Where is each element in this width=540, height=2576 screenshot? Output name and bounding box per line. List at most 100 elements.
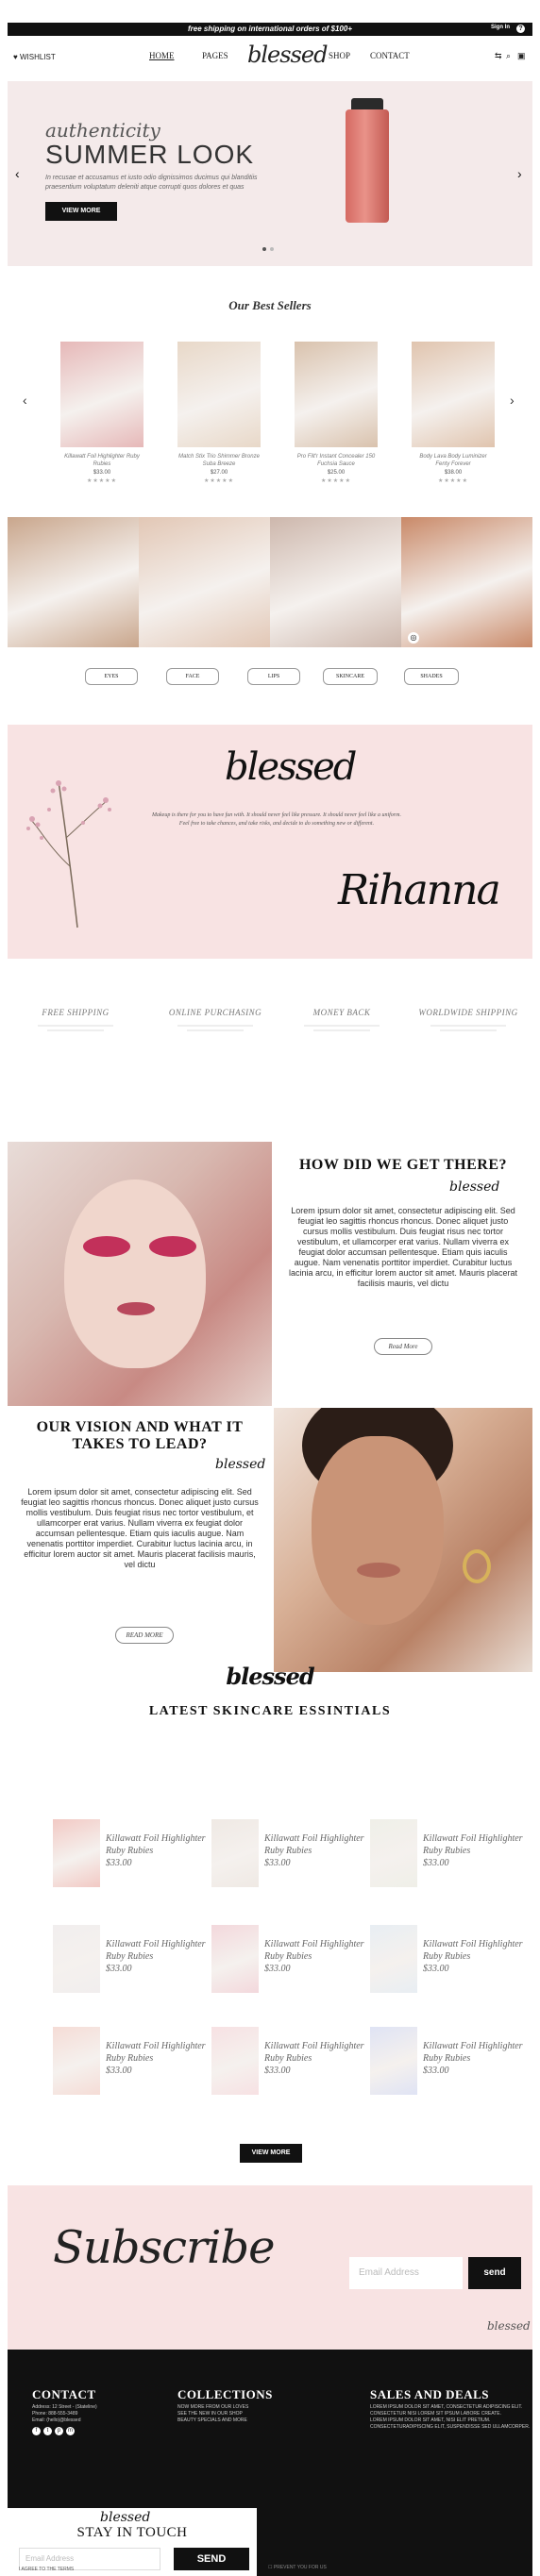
skincare-item[interactable]: Killawatt Foil Highlighter Ruby Rubies $33… [370, 1925, 531, 2000]
skincare-item[interactable]: Killawatt Foil Highlighter Ruby Rubies $33… [211, 1925, 372, 2000]
category-pill[interactable]: FACE [166, 668, 219, 685]
wishlist-link[interactable]: ♥ WISHLIST [13, 53, 56, 61]
product-image[interactable] [295, 342, 378, 447]
skincare-item[interactable]: Killawatt Foil Highlighter Ruby Rubies $33… [53, 1819, 213, 1895]
product-name[interactable]: Match Stix Trio Shimmer Bronze Suba Bree… [177, 453, 261, 468]
facebook-icon[interactable]: f [32, 2427, 41, 2435]
skincare-variant: Ruby Rubies [106, 2053, 154, 2064]
skincare-view-more-button[interactable]: VIEW MORE [240, 2144, 302, 2163]
skincare-image[interactable] [211, 1925, 259, 1993]
footer-collections-link[interactable]: BEAUTY SPECIALS AND MORE [177, 2417, 247, 2424]
skincare-item[interactable]: Killawatt Foil Highlighter Ruby Rubies $33… [370, 1819, 531, 1895]
nav-pages[interactable]: PAGES [202, 51, 228, 60]
product-card[interactable]: Match Stix Trio Shimmer Bronze Suba Bree… [177, 342, 261, 484]
skincare-name[interactable]: Killawatt Foil Highlighter [423, 2040, 523, 2052]
mail-icon[interactable]: m [66, 2427, 75, 2435]
product-name[interactable]: Killawatt Foil Highlighter Ruby Rubies [60, 453, 143, 468]
feature-desc-line [38, 1025, 113, 1027]
subscribe-mini-logo: blessed [487, 2319, 531, 2333]
gallery-image[interactable] [8, 517, 139, 647]
skincare-item[interactable]: Killawatt Foil Highlighter Ruby Rubies $33… [53, 2027, 213, 2102]
gallery-image[interactable] [401, 517, 532, 647]
nav-contact[interactable]: CONTACT [370, 51, 410, 60]
bestsellers-prev-icon[interactable]: ‹ [23, 393, 27, 408]
product-name[interactable]: Pro Filt'r Instant Concealer 150 Fuchsia… [295, 453, 378, 468]
newsletter-send-button[interactable]: SEND [174, 2548, 249, 2570]
footer-collections-link[interactable]: NOW MORE FROM OUR LOVES [177, 2404, 248, 2411]
skincare-item[interactable]: Killawatt Foil Highlighter Ruby Rubies $33… [370, 2027, 531, 2102]
skincare-item[interactable]: Killawatt Foil Highlighter Ruby Rubies $33… [211, 1819, 372, 1895]
product-card[interactable]: Body Lava Body Luminizer Fenty Forever $3… [412, 342, 495, 484]
category-pill[interactable]: SHADES [404, 668, 459, 685]
hero-view-more-button[interactable]: VIEW MORE [45, 202, 117, 221]
product-image[interactable] [412, 342, 495, 447]
twitter-icon[interactable]: t [43, 2427, 52, 2435]
category-pill[interactable]: LIPS [247, 668, 300, 685]
bestsellers-next-icon[interactable]: › [510, 393, 515, 408]
skincare-image[interactable] [211, 2027, 259, 2095]
skincare-text: Killawatt Foil Highlighter Ruby Rubies $33… [264, 1832, 364, 1869]
footer-contact-line: Address: 12 Street - (Stateline) [32, 2404, 97, 2410]
product-name[interactable]: Body Lava Body Luminizer Fenty Forever [412, 453, 495, 468]
help-icon[interactable]: ? [516, 25, 525, 33]
story-our-vision: OUR VISION AND WHAT IT TAKES TO LEAD? bl… [8, 1408, 272, 1672]
pinterest-icon[interactable]: p [55, 2427, 63, 2435]
feature-item: MONEY BACK [285, 1008, 398, 1031]
subscribe-send-button[interactable]: send [468, 2257, 521, 2289]
instagram-icon[interactable]: ◎ [408, 632, 419, 644]
skincare-item[interactable]: Killawatt Foil Highlighter Ruby Rubies $33… [53, 1925, 213, 2000]
footer-sales-line: LOREM IPSUM DOLOR SIT AMET, NISI ELIT PR… [370, 2417, 491, 2423]
category-pill[interactable]: SKINCARE [323, 668, 378, 685]
privacy-checkbox[interactable]: ☐ PREVENT YOU FOR US [268, 2565, 327, 2570]
footer-contact-line: Email: (hello)@blessed [32, 2417, 81, 2423]
feature-desc-line [313, 1029, 370, 1031]
skincare-image[interactable] [370, 2027, 417, 2095]
product-card[interactable]: Pro Filt'r Instant Concealer 150 Fuchsia… [295, 342, 378, 484]
skincare-item[interactable]: Killawatt Foil Highlighter Ruby Rubies $33… [211, 2027, 372, 2102]
skincare-name[interactable]: Killawatt Foil Highlighter [264, 1938, 364, 1950]
nav-shop[interactable]: SHOP [329, 51, 350, 60]
story2-text: Lorem ipsum dolor sit amet, consectetur … [21, 1487, 259, 1569]
product-price: $27.00 [210, 470, 228, 476]
skincare-name[interactable]: Killawatt Foil Highlighter [106, 1832, 206, 1845]
skincare-name[interactable]: Killawatt Foil Highlighter [106, 2040, 206, 2052]
hero-prev-arrow-icon[interactable]: ‹ [15, 166, 20, 181]
product-image[interactable] [60, 342, 143, 447]
story2-read-more-button[interactable]: READ MORE [115, 1627, 174, 1644]
skincare-image[interactable] [53, 1925, 100, 1993]
skincare-image[interactable] [370, 1819, 417, 1887]
nav-home[interactable]: HOME [149, 51, 175, 60]
skincare-name[interactable]: Killawatt Foil Highlighter [423, 1938, 523, 1950]
skincare-image[interactable] [53, 2027, 100, 2095]
slide-dot[interactable] [270, 247, 274, 251]
skincare-price: $33.00 [106, 1964, 132, 1974]
bag-icon[interactable]: ▣ [517, 51, 526, 61]
search-icon[interactable]: ⌕ [506, 51, 511, 61]
product-card[interactable]: Killawatt Foil Highlighter Ruby Rubies $3… [60, 342, 143, 484]
hero-next-arrow-icon[interactable]: › [517, 166, 522, 181]
feature-title: ONLINE PURCHASING [168, 1008, 262, 1017]
compare-icon[interactable]: ⇆ [495, 51, 502, 61]
skincare-name[interactable]: Killawatt Foil Highlighter [423, 1832, 523, 1845]
product-price: $25.00 [327, 470, 346, 476]
skincare-logo: blessed [226, 1663, 314, 1690]
skincare-image[interactable] [211, 1819, 259, 1887]
skincare-image[interactable] [53, 1819, 100, 1887]
slide-dot[interactable] [262, 247, 266, 251]
skincare-name[interactable]: Killawatt Foil Highlighter [106, 1938, 206, 1950]
site-logo[interactable]: blessed [247, 42, 328, 68]
category-pill[interactable]: EYES [85, 668, 138, 685]
footer-collections-title: COLLECTIONS [177, 2387, 273, 2401]
subscribe-email-input[interactable]: Email Address [349, 2257, 463, 2289]
footer-collections-link[interactable]: SEE THE NEW IN OUR SHOP [177, 2411, 243, 2417]
product-image[interactable] [177, 342, 261, 447]
skincare-name[interactable]: Killawatt Foil Highlighter [264, 1832, 364, 1845]
skincare-name[interactable]: Killawatt Foil Highlighter [264, 2040, 364, 2052]
skincare-image[interactable] [370, 1925, 417, 1993]
sign-in-link[interactable]: Sign In [491, 25, 510, 30]
gallery-image[interactable] [139, 517, 270, 647]
feature-item: WORLDWIDE SHIPPING [412, 1008, 525, 1031]
footer-contact-line: Phone: 888-555-3489 [32, 2411, 78, 2417]
story1-read-more-button[interactable]: Read More [374, 1338, 432, 1355]
gallery-image[interactable] [270, 517, 401, 647]
